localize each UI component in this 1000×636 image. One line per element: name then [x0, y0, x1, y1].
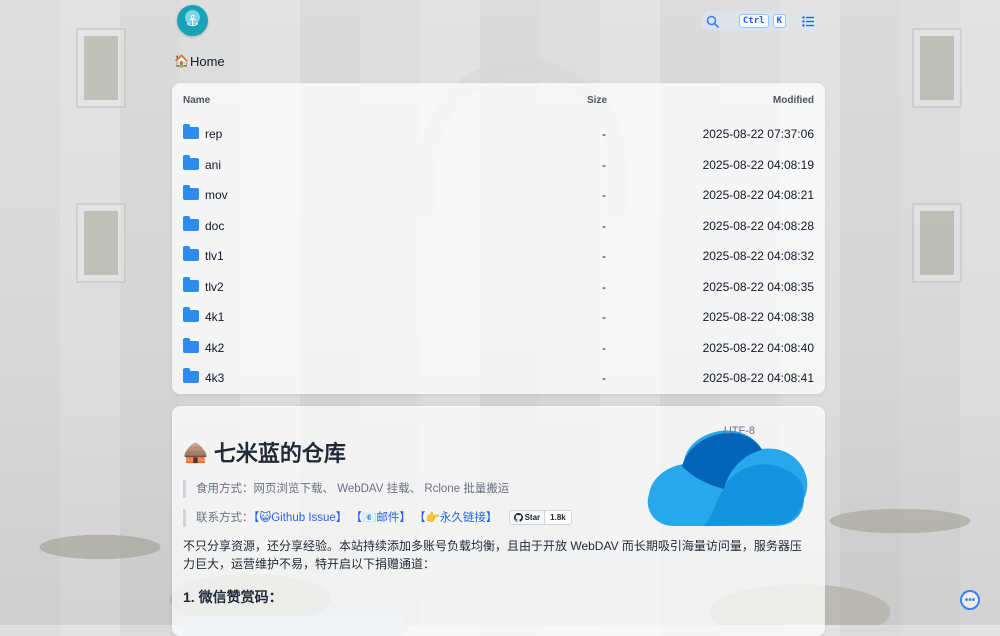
file-name[interactable]: ani — [205, 158, 221, 172]
file-size: - — [602, 188, 606, 202]
file-row[interactable]: tlv2 - 2025-08-22 04:08:35 — [183, 272, 814, 302]
file-size: - — [602, 371, 606, 385]
file-modified: 2025-08-22 04:08:19 — [702, 157, 814, 172]
file-modified: 2025-08-22 04:08:28 — [702, 218, 814, 233]
file-list-panel: Name Size Modified rep - 2025-08-22 07:3… — [172, 83, 825, 394]
column-header-modified[interactable]: Modified — [773, 95, 814, 106]
file-name[interactable]: tlv1 — [205, 249, 224, 263]
usage-text: 食用方式：网页浏览下载、 WebDAV 挂载、 Rclone 批量搬运 — [196, 483, 510, 495]
folder-icon — [183, 154, 199, 170]
file-name[interactable]: mov — [205, 188, 228, 202]
file-name[interactable]: rep — [205, 127, 222, 141]
file-modified: 2025-08-22 04:08:40 — [702, 340, 814, 355]
search-button[interactable]: Ctrl K — [702, 11, 790, 31]
file-size: - — [602, 249, 606, 263]
file-modified: 2025-08-22 04:08:32 — [702, 249, 814, 263]
readme-panel: UTF-8 🛖 七米蓝的仓库 食用方式：网页浏览下载、 WebDAV 挂载、 R… — [172, 406, 825, 636]
column-header-name[interactable]: Name — [183, 95, 210, 106]
file-list-header: Name Size Modified — [183, 95, 814, 109]
file-modified: 2025-08-22 04:08:41 — [702, 371, 814, 385]
badge-left: Star — [509, 511, 545, 525]
contact-label: 联系方式： — [196, 512, 254, 524]
shortcut-key-ctrl: Ctrl — [738, 14, 769, 28]
badge-left-text: Star — [524, 513, 541, 523]
email-link[interactable]: 【📧邮件】 — [351, 512, 411, 524]
chat-button[interactable]: ••• — [960, 590, 980, 610]
folder-icon — [183, 307, 199, 322]
folder-icon — [183, 276, 199, 292]
readme-title: 🛖 七米蓝的仓库 — [183, 436, 346, 468]
menu-button[interactable] — [798, 11, 818, 31]
hut-icon: 🛖 — [183, 441, 208, 464]
site-logo[interactable]: ⚓ — [177, 5, 208, 36]
badge-count: 1.8k — [544, 511, 571, 525]
search-icon — [706, 15, 719, 28]
more-icon: ••• — [964, 594, 976, 606]
file-name[interactable]: 4k1 — [205, 310, 224, 324]
file-row[interactable]: doc - 2025-08-22 04:08:28 — [183, 211, 814, 241]
column-header-size[interactable]: Size — [587, 95, 607, 106]
file-size: - — [602, 310, 606, 324]
folder-icon — [183, 124, 199, 139]
list-icon — [802, 15, 814, 27]
github-icon — [513, 513, 523, 523]
file-row[interactable]: 4k2 - 2025-08-22 04:08:40 — [183, 333, 814, 363]
folder-icon — [183, 368, 199, 383]
file-row[interactable]: ani - 2025-08-22 04:08:19 — [183, 150, 814, 180]
contact-quote: 联系方式：【😺Github Issue】 【📧邮件】 【👉永久链接】 Star … — [183, 509, 572, 527]
folder-icon — [183, 215, 199, 231]
file-name[interactable]: 4k2 — [205, 341, 224, 355]
file-size: - — [602, 218, 606, 233]
file-row[interactable]: tlv1 - 2025-08-22 04:08:32 — [183, 241, 814, 271]
folder-icon — [183, 337, 199, 353]
file-modified: 2025-08-22 04:08:21 — [702, 188, 814, 202]
file-size: - — [602, 157, 606, 172]
file-name[interactable]: tlv2 — [205, 280, 224, 294]
breadcrumb: 🏠 Home — [174, 51, 824, 71]
file-row[interactable]: 4k1 - 2025-08-22 04:08:38 — [183, 302, 814, 332]
file-row[interactable]: 4k3 - 2025-08-22 04:08:41 — [183, 363, 814, 393]
file-size: - — [602, 127, 606, 141]
usage-quote: 食用方式：网页浏览下载、 WebDAV 挂载、 Rclone 批量搬运 — [183, 480, 509, 498]
folder-icon — [183, 246, 199, 261]
permalink-link[interactable]: 【👉永久链接】 — [414, 512, 497, 524]
github-star-badge[interactable]: Star 1.8k — [508, 510, 572, 526]
github-issue-link[interactable]: 【😺Github Issue】 — [254, 512, 348, 524]
file-size: - — [602, 340, 606, 355]
file-modified: 2025-08-22 04:08:38 — [702, 310, 814, 324]
file-size: - — [602, 279, 606, 294]
file-name[interactable]: 4k3 — [205, 371, 224, 385]
file-name[interactable]: doc — [205, 219, 224, 233]
wechat-qr-code — [183, 616, 403, 636]
search-shortcut: Ctrl K — [738, 14, 786, 28]
shortcut-key-k: K — [772, 14, 786, 28]
home-icon: 🏠 — [174, 54, 189, 68]
file-modified: 2025-08-22 07:37:06 — [702, 127, 814, 141]
file-modified: 2025-08-22 04:08:35 — [702, 279, 814, 294]
background-window — [914, 205, 960, 281]
file-row[interactable]: rep - 2025-08-22 07:37:06 — [183, 119, 814, 149]
background-window — [78, 205, 124, 281]
readme-paragraph: 不只分享资源，还分享经验。本站持续添加多账号负载均衡，且由于开放 WebDAV … — [183, 539, 802, 571]
background-window — [914, 30, 960, 106]
readme-title-text: 七米蓝的仓库 — [213, 441, 346, 466]
section-heading: 1. 微信赞赏码： — [183, 589, 283, 605]
folder-icon — [183, 185, 199, 200]
logo-icon: ⚓ — [185, 12, 200, 30]
file-row[interactable]: mov - 2025-08-22 04:08:21 — [183, 180, 814, 210]
encoding-label[interactable]: UTF-8 — [724, 425, 755, 437]
breadcrumb-home-link[interactable]: Home — [190, 54, 225, 69]
background-window — [78, 30, 124, 106]
